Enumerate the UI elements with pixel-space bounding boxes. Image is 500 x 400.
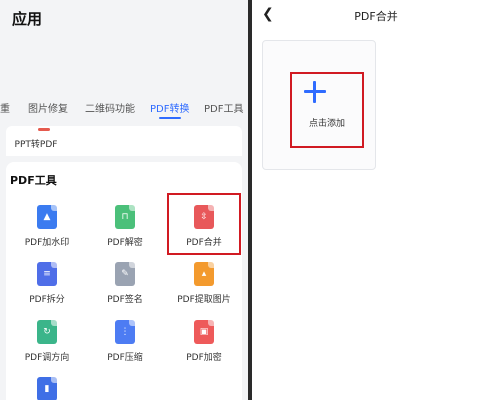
app-list-screen: 应用 重 图片修复 二维码功能 PDF转换 PDF工具 PPT转PDF PDF工… bbox=[0, 0, 248, 400]
ppt-to-pdf-button[interactable]: PPT转PDF bbox=[10, 137, 62, 150]
active-tab-indicator bbox=[159, 117, 181, 119]
pdf-split-button[interactable]: ≡ PDF拆分 bbox=[12, 262, 82, 305]
chart-icon: ▮ bbox=[37, 377, 57, 400]
pdf-signature-button[interactable]: ✎ PDF签名 bbox=[90, 262, 160, 305]
page-title: 应用 bbox=[12, 10, 43, 28]
tab-partial[interactable]: 重 bbox=[0, 100, 10, 115]
pdf-watermark-button[interactable]: ▲ PDF加水印 bbox=[12, 205, 82, 248]
highlight-box bbox=[167, 193, 241, 255]
tab-qrcode[interactable]: 二维码功能 bbox=[85, 100, 135, 115]
page-title: PDF合并 bbox=[354, 10, 398, 23]
pdf-extract-image-button[interactable]: ▴ PDF提取图片 bbox=[169, 262, 239, 305]
signature-icon: ✎ bbox=[115, 262, 135, 286]
pdf-encrypt-button[interactable]: ▣ PDF加密 bbox=[169, 320, 239, 363]
pdf-rotate-button[interactable]: ↻ PDF调方向 bbox=[12, 320, 82, 363]
pdf-merge-screen: ❮ PDF合并 点击添加 bbox=[252, 0, 500, 400]
compress-icon: ⋮ bbox=[115, 320, 135, 344]
pdf-chart-button[interactable]: ▮ bbox=[12, 377, 82, 400]
pdf-compress-button[interactable]: ⋮ PDF压缩 bbox=[90, 320, 160, 363]
category-tabs: 重 图片修复 二维码功能 PDF转换 PDF工具 bbox=[0, 100, 248, 120]
image-extract-icon: ▴ bbox=[194, 262, 214, 286]
rotate-icon: ↻ bbox=[37, 320, 57, 344]
ppt-icon bbox=[38, 128, 50, 131]
highlight-box bbox=[290, 72, 364, 148]
unlock-icon: ⊓ bbox=[115, 205, 135, 229]
section-title: PDF工具 bbox=[10, 174, 57, 187]
pdf-decrypt-button[interactable]: ⊓ PDF解密 bbox=[90, 205, 160, 248]
watermark-icon: ▲ bbox=[37, 205, 57, 229]
tab-pdf-convert[interactable]: PDF转换 bbox=[150, 100, 189, 115]
split-icon: ≡ bbox=[37, 262, 57, 286]
tab-pdf-tools[interactable]: PDF工具 bbox=[204, 100, 243, 115]
tab-image-repair[interactable]: 图片修复 bbox=[28, 100, 68, 115]
lock-icon: ▣ bbox=[194, 320, 214, 344]
